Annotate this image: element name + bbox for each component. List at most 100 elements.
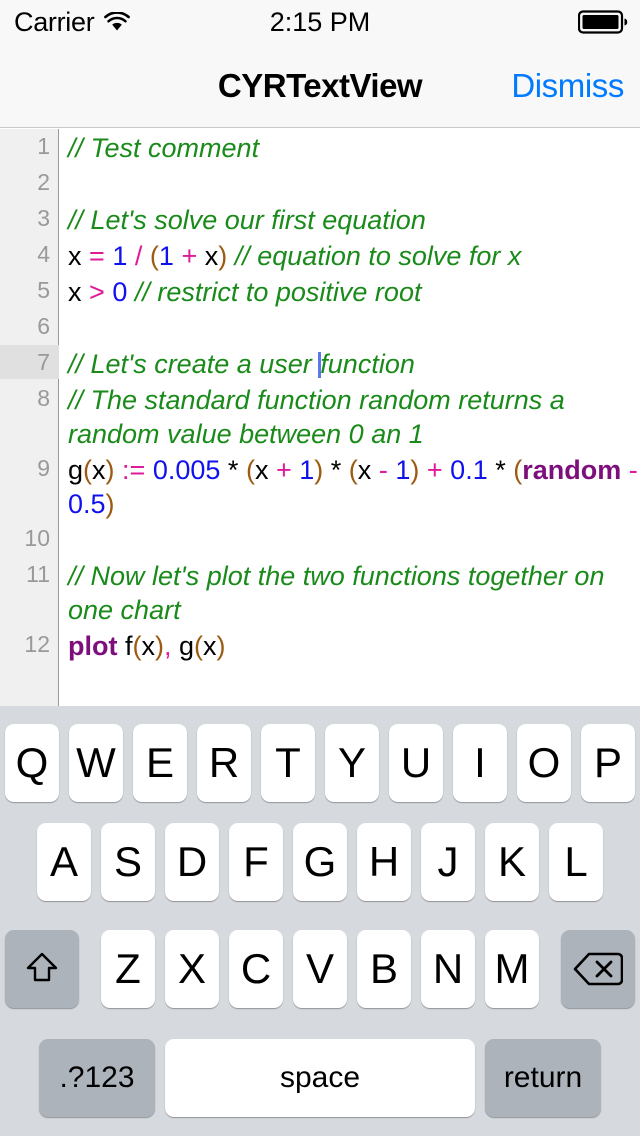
code-text[interactable] [59,521,640,557]
key-p[interactable]: P [581,724,635,802]
code-line[interactable]: 10 [0,521,640,557]
backspace-icon [573,950,624,988]
onscreen-keyboard[interactable]: QWERTYUIOP ASDFGHJKL ZXCVBNM .?123 space… [0,706,640,1136]
key-y[interactable]: Y [325,724,379,802]
space-key[interactable]: space [165,1039,475,1117]
shift-arrow-icon [21,948,63,990]
code-text[interactable]: // Let's solve our first equation [59,201,640,237]
code-editor[interactable]: 1 // Test comment 2 3 // Let's solve our fi… [0,129,640,706]
code-line[interactable]: 1 // Test comment [0,129,640,165]
code-token-paren: ( [513,455,523,485]
key-x[interactable]: X [165,930,219,1008]
key-b[interactable]: B [357,930,411,1008]
code-text[interactable] [59,309,640,345]
code-token-paren: ) [155,631,164,661]
keyboard-row-3-letters[interactable]: ZXCVBNM [96,930,544,1008]
key-m[interactable]: M [485,930,539,1008]
key-g[interactable]: G [293,823,347,901]
code-line[interactable]: 6 [0,309,640,345]
code-token-op: > [89,277,105,307]
code-token-plain: * [220,455,246,485]
keyboard-row-4[interactable]: .?123 space return [0,1024,640,1132]
code-token-op: - [628,455,638,485]
code-token-comment: // restrict to positive root [134,277,422,307]
code-text[interactable]: g(x) := 0.005 * (x + 1) * (x - 1) + 0.1 … [59,451,640,521]
key-d[interactable]: D [165,823,219,901]
code-line[interactable]: 4 x = 1 / (1 + x) // equation to solve fo… [0,237,640,273]
keyboard-row-1[interactable]: QWERTYUIOP [0,706,640,810]
code-token-paren: ( [83,455,93,485]
delete-key[interactable] [561,930,635,1008]
key-f[interactable]: F [229,823,283,901]
line-number: 11 [26,561,50,587]
key-n[interactable]: N [421,930,475,1008]
code-token-paren: ( [149,241,159,271]
status-bar-clock: 2:15 PM [269,6,371,37]
code-token-comment: // Let's solve our first equation [68,205,426,235]
key-t[interactable]: T [261,724,315,802]
code-text[interactable]: // Now let's plot the two functions toge… [59,557,640,627]
code-text[interactable]: // Let's create a user function [59,345,640,381]
code-text[interactable] [59,165,640,201]
shift-key[interactable] [5,930,79,1008]
key-o[interactable]: O [517,724,571,802]
key-c[interactable]: C [229,930,283,1008]
key-v[interactable]: V [293,930,347,1008]
code-token-paren: ( [245,455,255,485]
code-token-plain: * [487,455,514,485]
code-line[interactable]: 3 // Let's solve our first equation [0,201,640,237]
key-u[interactable]: U [389,724,443,802]
key-e[interactable]: E [133,724,187,802]
key-j[interactable]: J [421,823,475,901]
keyboard-row-3[interactable]: ZXCVBNM [0,914,640,1024]
code-text[interactable]: plot f(x), g(x) [59,627,640,663]
code-token-op: + [181,241,198,271]
code-token-paren: ) [410,455,420,485]
code-line[interactable]: 7// Let's create a user function [0,345,640,381]
code-token-op: + [426,455,443,485]
code-token-plain: x [68,277,90,307]
numeric-switch-key[interactable]: .?123 [39,1039,155,1117]
key-r[interactable]: R [197,724,251,802]
code-token-paren: ) [218,241,228,271]
line-number: 3 [37,205,50,231]
key-q[interactable]: Q [5,724,59,802]
code-token-num: 1 [112,241,128,271]
code-line[interactable]: 9 g(x) := 0.005 * (x + 1) * (x - 1) + 0.1… [0,451,640,521]
code-line[interactable]: 2 [0,165,640,201]
key-a[interactable]: A [37,823,91,901]
code-lines[interactable]: 1 // Test comment 2 3 // Let's solve our fi… [0,129,640,663]
code-text[interactable]: // Test comment [59,129,640,165]
return-key[interactable]: return [485,1039,601,1117]
code-text[interactable]: x = 1 / (1 + x) // equation to solve for… [59,237,640,273]
code-token-comment: // Test comment [68,133,260,163]
code-line[interactable]: 5x > 0 // restrict to positive root [0,273,640,309]
code-token-paren: ) [314,455,324,485]
code-token-paren: ( [194,631,204,661]
code-text[interactable]: x > 0 // restrict to positive root [59,273,640,309]
key-s[interactable]: S [101,823,155,901]
line-number: 5 [37,277,50,303]
code-line[interactable]: 12 plot f(x), g(x) [0,627,640,663]
key-h[interactable]: H [357,823,411,901]
key-l[interactable]: L [549,823,603,901]
status-bar-right [578,10,628,34]
key-k[interactable]: K [485,823,539,901]
dismiss-button[interactable]: Dismiss [511,67,624,105]
code-text[interactable]: // The standard function random returns … [59,381,640,451]
key-z[interactable]: Z [101,930,155,1008]
code-line[interactable]: 11 // Now let's plot the two functions to… [0,557,640,627]
code-line[interactable]: 8 // The standard function random returns… [0,381,640,451]
status-bar: Carrier 2:15 PM [0,0,640,44]
keyboard-row-2[interactable]: ASDFGHJKL [0,810,640,914]
code-token-comment: // equation to solve for x [234,241,522,271]
code-token-num: 0 [112,277,128,307]
line-number: 10 [24,525,50,551]
key-w[interactable]: W [69,724,123,802]
key-i[interactable]: I [453,724,507,802]
line-number: 7 [0,345,59,379]
